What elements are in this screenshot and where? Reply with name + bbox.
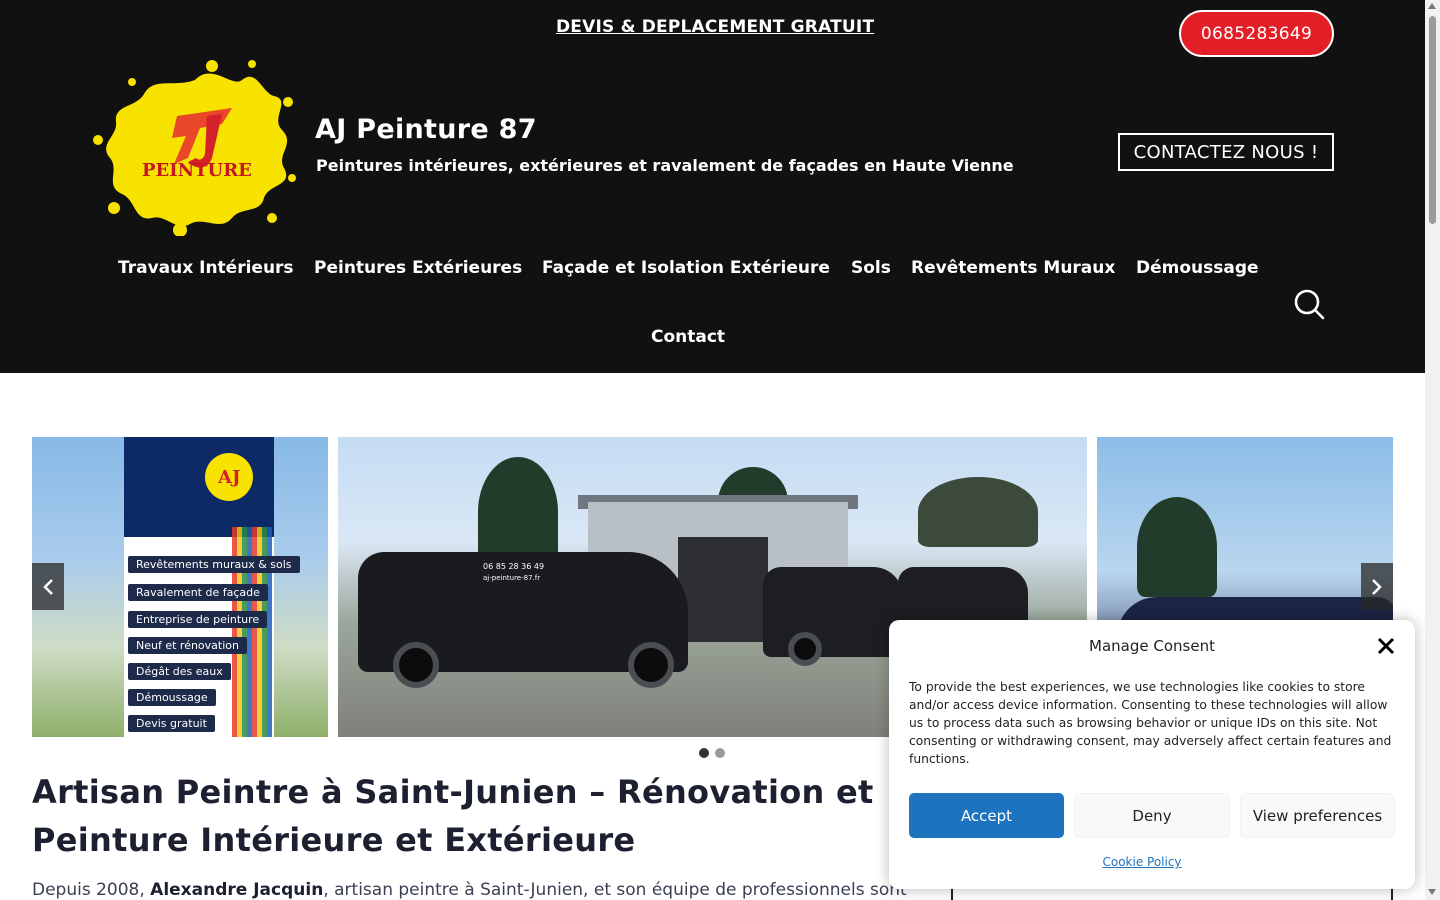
chevron-left-icon: [43, 578, 53, 595]
nav-item-wall-coverings[interactable]: Revêtements Muraux: [911, 258, 1115, 278]
phone-button[interactable]: 0685283649: [1179, 10, 1334, 57]
nav-item-exterior-painting[interactable]: Peintures Extérieures: [314, 258, 522, 278]
wheel: [628, 642, 674, 688]
sign-item: Entreprise de peinture: [128, 611, 268, 628]
cookie-consent-modal: Manage Consent To provide the best exper…: [889, 620, 1415, 889]
cookie-policy-link[interactable]: Cookie Policy: [889, 855, 1395, 869]
sign-item: Neuf et rénovation: [128, 637, 247, 654]
scroll-up-arrow-icon[interactable]: [1428, 3, 1436, 9]
nav-item-moss-removal[interactable]: Démoussage: [1136, 258, 1259, 278]
intro-name: Alexandre Jacquin: [150, 880, 324, 900]
intro-prefix: Depuis 2008,: [32, 880, 151, 900]
sign-item: Devis gratuit: [128, 715, 215, 732]
garage-door: [678, 537, 768, 642]
wheel: [788, 632, 822, 666]
scroll-thumb[interactable]: [1429, 16, 1436, 224]
slide-sign-photo: AJ Revêtements muraux & sols Ravalement …: [32, 437, 328, 737]
svg-text:AJ: AJ: [217, 467, 240, 488]
intro-paragraph: Depuis 2008, Alexandre Jacquin, artisan …: [32, 880, 912, 900]
slider-dot-2[interactable]: [715, 748, 725, 758]
nav-item-floors[interactable]: Sols: [851, 258, 891, 278]
page: DEVIS & DEPLACEMENT GRATUIT 0685283649 P…: [0, 0, 1440, 900]
free-quote-link[interactable]: DEVIS & DEPLACEMENT GRATUIT: [556, 17, 874, 37]
intro-suffix: , artisan peintre à Saint-Junien, et son…: [323, 880, 907, 900]
slider-dot-1[interactable]: [699, 748, 709, 758]
nav-item-facade-insulation[interactable]: Façade et Isolation Extérieure: [542, 258, 830, 278]
nav-item-contact[interactable]: Contact: [651, 327, 725, 347]
nav-item-interior-works[interactable]: Travaux Intérieurs: [118, 258, 294, 278]
deny-button[interactable]: Deny: [1074, 793, 1230, 838]
site-tagline: Peintures intérieures, extérieures et ra…: [316, 156, 1014, 175]
search-icon[interactable]: [1293, 288, 1325, 320]
contact-us-button[interactable]: CONTACTEZ NOUS !: [1118, 133, 1334, 171]
accept-button[interactable]: Accept: [909, 793, 1064, 838]
van: [763, 567, 903, 657]
tree: [918, 477, 1038, 547]
sign-item: Ravalement de façade: [128, 584, 268, 601]
site-header: DEVIS & DEPLACEMENT GRATUIT 0685283649 P…: [0, 0, 1425, 373]
tree: [1137, 497, 1217, 597]
tree: [478, 457, 558, 567]
scroll-down-arrow-icon[interactable]: [1428, 889, 1436, 895]
slider-dots: [699, 748, 725, 758]
slider-prev-button[interactable]: [32, 563, 64, 610]
sign-pole-top: AJ: [124, 437, 274, 537]
main-nav: Travaux Intérieurs Peintures Extérieures…: [0, 258, 1425, 284]
sign-item: Dégât des eaux: [128, 663, 231, 680]
consent-title: Manage Consent: [1089, 637, 1215, 655]
van-url: aj-peinture-87.fr: [483, 574, 541, 582]
sign-item: Démoussage: [128, 689, 216, 706]
site-logo[interactable]: PEINTURE: [92, 58, 298, 237]
page-scrollbar[interactable]: [1425, 0, 1440, 900]
page-heading: Artisan Peintre à Saint-Junien – Rénovat…: [32, 773, 874, 859]
slider-next-button[interactable]: [1361, 563, 1393, 610]
logo-text: PEINTURE: [142, 160, 252, 181]
close-icon[interactable]: [1375, 635, 1397, 657]
sign-logo-icon: AJ: [205, 453, 253, 501]
site-title[interactable]: AJ Peinture 87: [315, 114, 537, 145]
paint-splash-logo-icon: [93, 60, 296, 237]
consent-text: To provide the best experiences, we use …: [909, 680, 1392, 766]
sign-item: Revêtements muraux & sols: [128, 556, 300, 573]
wheel: [393, 642, 439, 688]
chevron-right-icon: [1372, 578, 1382, 595]
van-phone: 06 85 28 36 49: [483, 562, 545, 571]
view-preferences-button[interactable]: View preferences: [1240, 793, 1395, 838]
